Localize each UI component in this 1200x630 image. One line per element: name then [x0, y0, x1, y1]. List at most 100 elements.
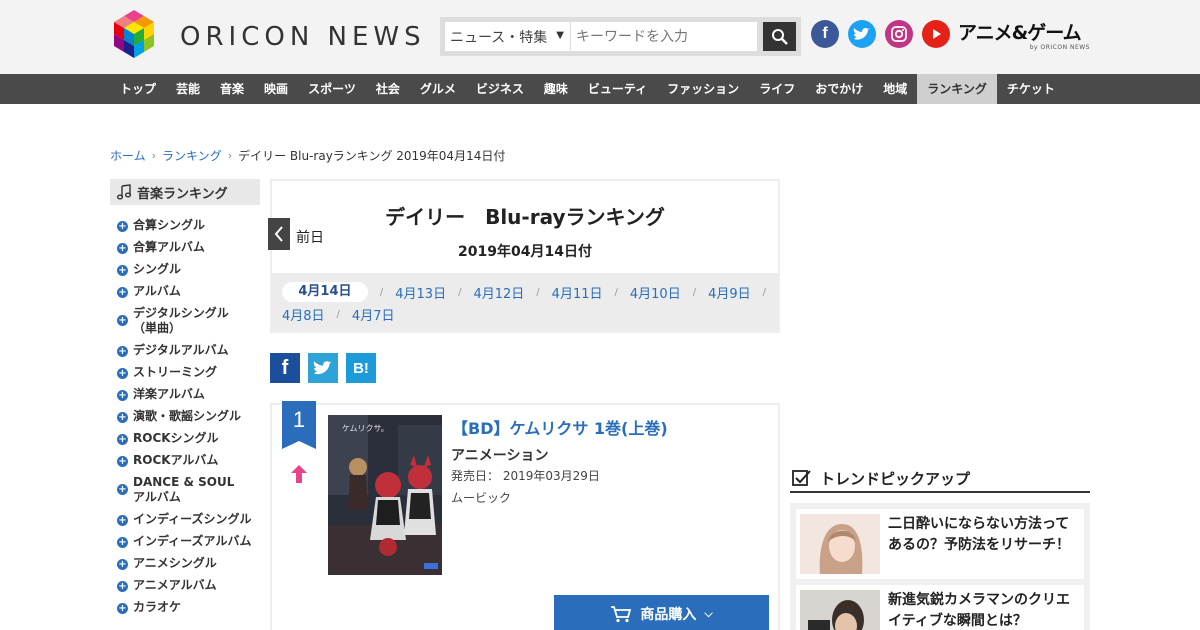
- plus-circle-icon: +: [117, 484, 128, 495]
- nav-item[interactable]: 趣味: [534, 74, 578, 104]
- jacket-title: ケムリクサ。: [342, 424, 389, 433]
- sidebar-item[interactable]: + ROCKアルバム: [117, 453, 267, 468]
- product-jacket-image[interactable]: ケムリクサ。: [328, 415, 442, 575]
- nav-item[interactable]: トップ: [110, 74, 166, 104]
- plus-circle-icon: +: [117, 559, 128, 570]
- prev-day-button[interactable]: [268, 218, 290, 250]
- sidebar-item[interactable]: + アルバム: [117, 284, 267, 299]
- search-input[interactable]: [571, 22, 757, 51]
- sidebar-heading-label: 音楽ランキング: [137, 186, 228, 202]
- nav-item[interactable]: 地域: [873, 74, 917, 104]
- date-link[interactable]: 4月7日: [352, 305, 395, 324]
- nav-item[interactable]: 映画: [254, 74, 298, 104]
- youtube-icon[interactable]: [922, 20, 950, 48]
- nav-item[interactable]: グルメ: [410, 74, 466, 104]
- sidebar-item[interactable]: + 合算アルバム: [117, 240, 267, 255]
- nav-item[interactable]: ビューティ: [578, 74, 657, 104]
- search-category-select[interactable]: ニュース・特集 ▼: [445, 22, 571, 51]
- breadcrumb-home[interactable]: ホーム: [110, 147, 146, 164]
- date-link[interactable]: 4月13日: [395, 283, 446, 302]
- date-separator: /: [536, 286, 540, 298]
- plus-circle-icon: +: [117, 515, 128, 526]
- sidebar-item[interactable]: + アニメシングル: [117, 556, 267, 571]
- sidebar-item-label: 演歌・歌謡シングル: [133, 409, 242, 423]
- nav-item[interactable]: 芸能: [166, 74, 210, 104]
- trend-thumbnail-image: [800, 590, 880, 630]
- ranking-date: 2019年04月14日付: [458, 244, 592, 260]
- sidebar-item[interactable]: + カラオケ: [117, 600, 267, 615]
- nav-item[interactable]: スポーツ: [298, 74, 366, 104]
- breadcrumb-chevron-icon: ›: [227, 149, 233, 162]
- music-note-icon: [116, 184, 132, 200]
- sidebar-item-label: デジタルアルバム: [133, 343, 229, 357]
- sidebar-heading: 音楽ランキング: [110, 179, 260, 205]
- nav-item[interactable]: 社会: [366, 74, 410, 104]
- search-category-label: ニュース・特集: [450, 29, 548, 46]
- trend-heading: トレンドピックアップ: [790, 465, 1090, 493]
- rank-up-arrow-icon: [291, 465, 307, 483]
- breadcrumb: ホーム › ランキング › デイリー Blu-rayランキング 2019年04月…: [110, 147, 505, 164]
- plus-circle-icon: +: [117, 315, 128, 326]
- chevron-down-icon: ⌵: [704, 607, 713, 620]
- sidebar-item[interactable]: + 演歌・歌謡シングル: [117, 409, 267, 424]
- plus-circle-icon: +: [117, 221, 128, 232]
- search-button[interactable]: [763, 22, 796, 51]
- share-facebook-button[interactable]: f: [270, 353, 300, 383]
- date-link[interactable]: 4月10日: [630, 283, 681, 302]
- sidebar-item-label: インディーズアルバム: [133, 534, 252, 548]
- date-separator: /: [336, 308, 340, 320]
- date-separator: /: [458, 286, 462, 298]
- caret-down-icon: ▼: [556, 30, 564, 41]
- sidebar-item[interactable]: + 洋楽アルバム: [117, 387, 267, 402]
- nav-item[interactable]: ランキング: [917, 74, 997, 104]
- nav-item[interactable]: ファッション: [657, 74, 749, 104]
- sidebar-item[interactable]: + アニメアルバム: [117, 578, 267, 593]
- item-title-link[interactable]: 【BD】ケムリクサ 1巻(上巻): [452, 415, 668, 439]
- sidebar-item-label: 合算シングル: [133, 218, 206, 232]
- date-row: 4月14日 / 4月13日 / 4月12日 / 4月11日 / 4月10日 / 4月9日 /: [282, 281, 778, 303]
- sidebar-item[interactable]: + ストリーミング: [117, 365, 267, 380]
- breadcrumb-chevron-icon: ›: [151, 149, 157, 162]
- sidebar-item-label: シングル: [133, 262, 182, 276]
- sidebar-item-label: ストリーミング: [133, 365, 218, 379]
- breadcrumb-current: デイリー Blu-rayランキング 2019年04月14日付: [238, 149, 506, 163]
- date-link[interactable]: 4月11日: [552, 283, 603, 302]
- facebook-icon[interactable]: f: [811, 20, 839, 48]
- oricon-logo[interactable]: ORICON NEWS: [110, 10, 440, 64]
- breadcrumb-ranking[interactable]: ランキング: [162, 147, 222, 164]
- date-separator: /: [762, 286, 766, 298]
- nav-item[interactable]: ビジネス: [466, 74, 534, 104]
- chevron-left-icon: [274, 226, 283, 242]
- trend-card[interactable]: 新進気鋭カメラマンのクリエイティブな瞬間とは？: [796, 585, 1084, 630]
- share-twitter-button[interactable]: [308, 353, 338, 383]
- anime-game-logo[interactable]: アニメ&ゲーム by ORICON NEWS: [958, 18, 1090, 51]
- instagram-icon[interactable]: [885, 20, 913, 48]
- sidebar-item[interactable]: + DANCE & SOUL アルバム: [117, 475, 267, 505]
- twitter-icon[interactable]: [848, 20, 876, 48]
- sidebar-item[interactable]: + ROCKシングル: [117, 431, 267, 446]
- sidebar-item-label: アニメアルバム: [133, 578, 217, 592]
- date-separator: /: [379, 286, 384, 298]
- nav-item[interactable]: 音楽: [210, 74, 254, 104]
- plus-circle-icon: +: [117, 287, 128, 298]
- nav-item[interactable]: おでかけ: [805, 74, 873, 104]
- sidebar-item[interactable]: + インディーズアルバム: [117, 534, 267, 549]
- cart-icon: [611, 606, 632, 623]
- trend-card[interactable]: 二日酔いにならない方法ってあるの？予防法をリサーチ！: [796, 509, 1084, 579]
- nav-item[interactable]: チケット: [997, 74, 1065, 104]
- sidebar-item[interactable]: + 合算シングル: [117, 218, 267, 233]
- trend-title: 新進気鋭カメラマンのクリエイティブな瞬間とは？: [888, 592, 1070, 629]
- date-link[interactable]: 4月9日: [708, 283, 751, 302]
- sidebar-item[interactable]: + デジタルアルバム: [117, 343, 267, 358]
- sidebar-item[interactable]: + シングル: [117, 262, 267, 277]
- date-link[interactable]: 4月14日: [282, 282, 368, 302]
- date-link[interactable]: 4月12日: [473, 283, 524, 302]
- plus-circle-icon: +: [117, 456, 128, 467]
- share-hatena-button[interactable]: B!: [346, 353, 376, 383]
- nav-item[interactable]: ライフ: [749, 74, 805, 104]
- buy-button[interactable]: 商品購入 ⌵: [554, 595, 769, 630]
- sidebar-item[interactable]: + デジタルシングル （単曲）: [117, 306, 267, 336]
- prev-day-label[interactable]: 前日: [296, 227, 324, 247]
- sidebar-item[interactable]: + インディーズシングル: [117, 512, 267, 527]
- date-link[interactable]: 4月8日: [282, 305, 325, 324]
